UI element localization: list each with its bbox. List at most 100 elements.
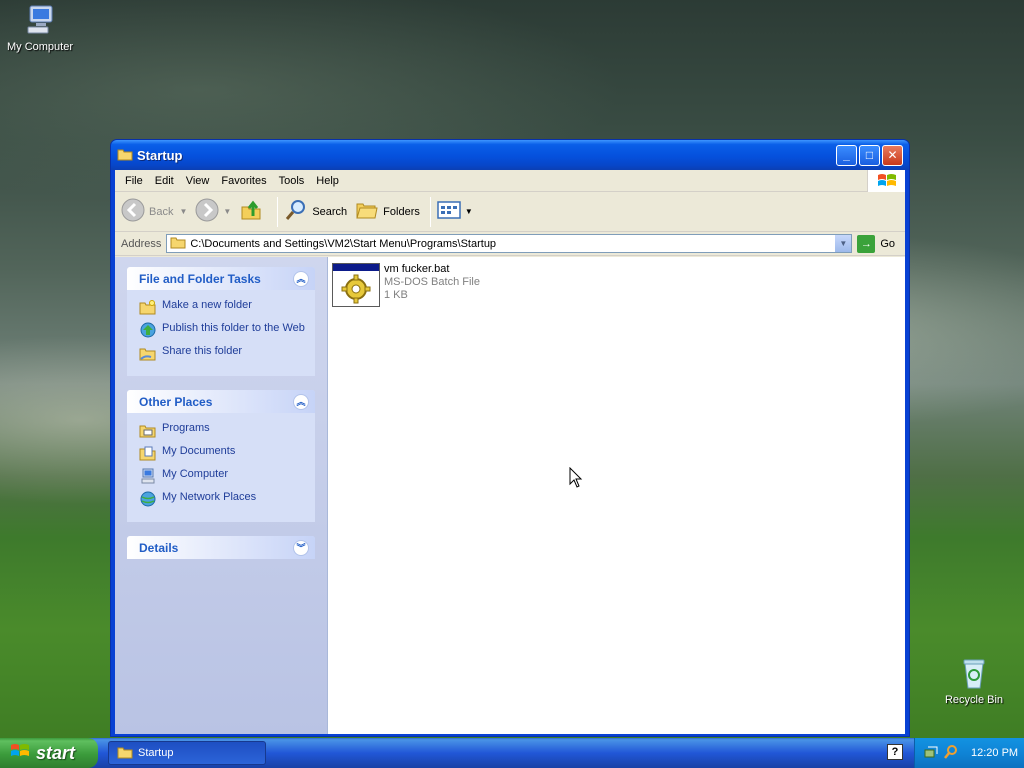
menu-favorites[interactable]: Favorites: [215, 175, 272, 187]
toolbar-separator: [277, 196, 279, 227]
up-folder-button[interactable]: [239, 198, 267, 225]
my-documents-icon: [139, 445, 157, 465]
search-button[interactable]: Search: [284, 198, 347, 225]
forward-arrow-icon: [195, 198, 219, 225]
network-places-icon: [139, 491, 157, 511]
task-make-new-folder[interactable]: Make a new folder: [139, 299, 305, 319]
panel-items: Programs My Documents My Computer My Net…: [127, 413, 315, 522]
menu-tools[interactable]: Tools: [273, 175, 311, 187]
place-label: My Documents: [162, 445, 236, 457]
place-my-documents[interactable]: My Documents: [139, 445, 305, 465]
windows-flag-icon: [10, 742, 30, 765]
menu-view[interactable]: View: [180, 175, 216, 187]
menu-edit[interactable]: Edit: [149, 175, 180, 187]
task-share-folder[interactable]: Share this folder: [139, 345, 305, 365]
standard-toolbar: Back ▼ ▼ Search Folders ▼: [115, 192, 905, 232]
folders-icon: [355, 199, 379, 224]
file-folder-tasks-panel: File and Folder Tasks ︽ Make a new folde…: [127, 267, 315, 376]
views-icon: [437, 200, 461, 223]
task-pane: File and Folder Tasks ︽ Make a new folde…: [115, 257, 327, 734]
desktop-icon-my-computer[interactable]: My Computer: [0, 2, 80, 53]
place-label: Programs: [162, 422, 210, 434]
other-places-panel: Other Places ︽ Programs My Documents My …: [127, 390, 315, 522]
task-publish-web[interactable]: Publish this folder to the Web: [139, 322, 305, 342]
file-name: vm fucker.bat: [384, 263, 450, 275]
forward-button[interactable]: ▼: [195, 198, 231, 225]
content-area: File and Folder Tasks ︽ Make a new folde…: [115, 257, 905, 734]
place-my-network-places[interactable]: My Network Places: [139, 491, 305, 511]
collapse-chevron-icon[interactable]: ︽: [293, 270, 309, 287]
back-dropdown-icon[interactable]: ▼: [179, 207, 187, 216]
panel-header[interactable]: File and Folder Tasks ︽: [127, 267, 315, 290]
new-folder-icon: [139, 299, 157, 319]
expand-chevron-icon[interactable]: ︾: [293, 539, 309, 556]
folders-label: Folders: [383, 205, 420, 218]
address-label: Address: [121, 237, 162, 250]
share-folder-icon: [139, 345, 157, 365]
place-label: My Network Places: [162, 491, 257, 503]
desktop-icon-recycle-bin[interactable]: Recycle Bin: [934, 655, 1014, 706]
file-item[interactable]: vm fucker.bat MS-DOS Batch File 1 KB: [332, 263, 480, 307]
menu-file[interactable]: File: [119, 175, 149, 187]
maximize-button[interactable]: □: [859, 144, 880, 166]
start-label: start: [36, 742, 76, 763]
file-size: 1 KB: [384, 289, 408, 301]
search-icon: [284, 198, 308, 225]
minimize-button[interactable]: _: [836, 144, 857, 166]
panel-header[interactable]: Other Places ︽: [127, 390, 315, 413]
system-tray: 12:20 PM: [914, 738, 1024, 768]
task-label: Publish this folder to the Web: [162, 322, 305, 334]
window-body: File Edit View Favorites Tools Help Back…: [115, 170, 905, 734]
address-value: C:\Documents and Settings\VM2\Start Menu…: [190, 237, 497, 250]
go-button[interactable]: → Go: [857, 234, 896, 253]
desktop-icon-label: My Computer: [6, 41, 74, 53]
file-meta: vm fucker.bat MS-DOS Batch File 1 KB: [384, 263, 480, 307]
folders-button[interactable]: Folders: [355, 199, 420, 224]
windows-logo-icon: [867, 170, 905, 192]
back-button[interactable]: Back ▼: [121, 198, 187, 225]
panel-title: Other Places: [139, 394, 213, 409]
network-tray-icon[interactable]: [923, 744, 939, 763]
desktop-icon-label: Recycle Bin: [944, 694, 1004, 706]
place-my-computer[interactable]: My Computer: [139, 468, 305, 488]
panel-header[interactable]: Details ︾: [127, 536, 315, 559]
back-label: Back: [149, 205, 174, 218]
taskbar-item-startup[interactable]: Startup: [108, 741, 266, 765]
forward-dropdown-icon[interactable]: ▼: [223, 207, 231, 216]
panel-items: Make a new folder Publish this folder to…: [127, 290, 315, 376]
search-label: Search: [312, 205, 348, 218]
help-icon[interactable]: ?: [887, 744, 903, 760]
task-label: Share this folder: [162, 345, 243, 357]
views-button[interactable]: ▼: [437, 200, 473, 223]
recycle-bin-icon: [956, 655, 992, 691]
mouse-cursor-icon: [569, 466, 583, 492]
taskbar: start Startup ? 12:20 PM: [0, 738, 1024, 768]
close-icon: ✕: [887, 148, 898, 162]
menu-bar: File Edit View Favorites Tools Help: [115, 170, 905, 192]
go-arrow-icon: →: [857, 234, 876, 253]
place-label: My Computer: [162, 468, 229, 480]
title-bar[interactable]: Startup _ □ ✕: [111, 140, 909, 170]
folder-icon: [170, 235, 186, 252]
programs-folder-icon: [139, 422, 157, 442]
collapse-chevron-icon[interactable]: ︽: [293, 393, 309, 410]
close-button[interactable]: ✕: [882, 144, 903, 166]
start-button[interactable]: start: [0, 738, 98, 768]
folder-icon: [117, 745, 133, 762]
menu-help[interactable]: Help: [310, 175, 345, 187]
explorer-window: Startup _ □ ✕ File Edit View Favorites T…: [110, 139, 910, 737]
place-programs[interactable]: Programs: [139, 422, 305, 442]
address-input[interactable]: C:\Documents and Settings\VM2\Start Menu…: [166, 234, 853, 253]
batch-file-icon: [332, 263, 380, 307]
address-dropdown-icon[interactable]: ▼: [834, 235, 852, 252]
clock[interactable]: 12:20 PM: [971, 747, 1018, 759]
details-panel: Details ︾: [127, 536, 315, 559]
computer-icon: [22, 2, 58, 38]
maximize-icon: □: [865, 148, 874, 162]
search-tray-icon[interactable]: [943, 744, 959, 763]
toolbar-separator: [429, 196, 431, 227]
file-type: MS-DOS Batch File: [384, 276, 480, 288]
go-label: Go: [880, 237, 896, 250]
file-list[interactable]: vm fucker.bat MS-DOS Batch File 1 KB: [327, 257, 905, 734]
views-dropdown-icon: ▼: [464, 207, 473, 216]
